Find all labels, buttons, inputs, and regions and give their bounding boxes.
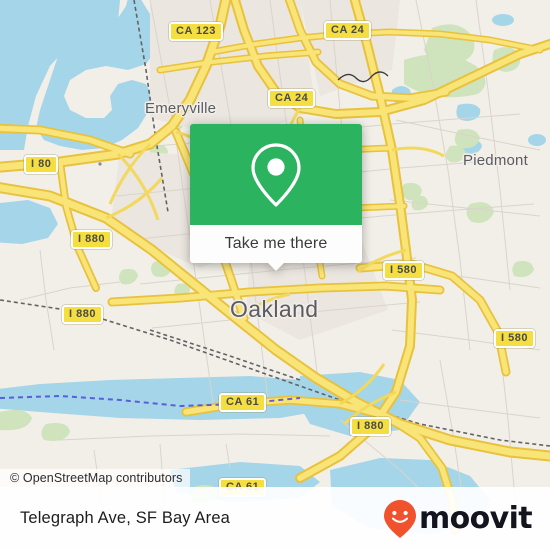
highway-shield-ca-24-north[interactable]: CA 24 xyxy=(324,21,372,40)
take-me-there-label: Take me there xyxy=(224,235,328,252)
moovit-wordmark: moovit xyxy=(418,500,533,536)
map-canvas[interactable]: Emeryville Piedmont Oakland CA 123 CA 24… xyxy=(0,0,550,550)
footer-bar: Telegraph Ave, SF Bay Area moovit xyxy=(0,487,550,550)
highway-shield-i-580-east[interactable]: I 580 xyxy=(494,329,535,348)
map-pin-icon xyxy=(251,142,301,207)
highway-shield-ca-61[interactable]: CA 61 xyxy=(219,393,267,412)
take-me-there-button[interactable]: Take me there xyxy=(190,225,362,271)
moovit-logo[interactable]: moovit xyxy=(383,499,533,539)
location-popup-card[interactable]: Take me there xyxy=(190,124,362,271)
highway-shield-ca-24[interactable]: CA 24 xyxy=(268,89,316,108)
highway-shield-i-880-south[interactable]: I 880 xyxy=(350,417,391,436)
highway-shield-i-880-west[interactable]: I 880 xyxy=(62,305,103,324)
highway-shield-i-880-north[interactable]: I 880 xyxy=(71,230,112,249)
highway-shield-i-80[interactable]: I 80 xyxy=(24,155,59,174)
map-screen: Emeryville Piedmont Oakland CA 123 CA 24… xyxy=(0,0,550,550)
location-title: Telegraph Ave, SF Bay Area xyxy=(20,509,230,527)
popup-pointer-tail xyxy=(268,263,284,271)
moovit-pin-icon xyxy=(383,499,416,538)
water-pond-1 xyxy=(492,14,514,26)
water-pond-5 xyxy=(528,134,546,146)
highway-shield-i-580-north[interactable]: I 580 xyxy=(383,261,424,280)
map-poi-dot xyxy=(98,162,102,166)
map-vector xyxy=(0,0,550,550)
highway-shield-ca-123[interactable]: CA 123 xyxy=(169,22,223,41)
popup-image-placeholder xyxy=(190,124,362,225)
osm-attribution[interactable]: © OpenStreetMap contributors xyxy=(0,469,190,488)
